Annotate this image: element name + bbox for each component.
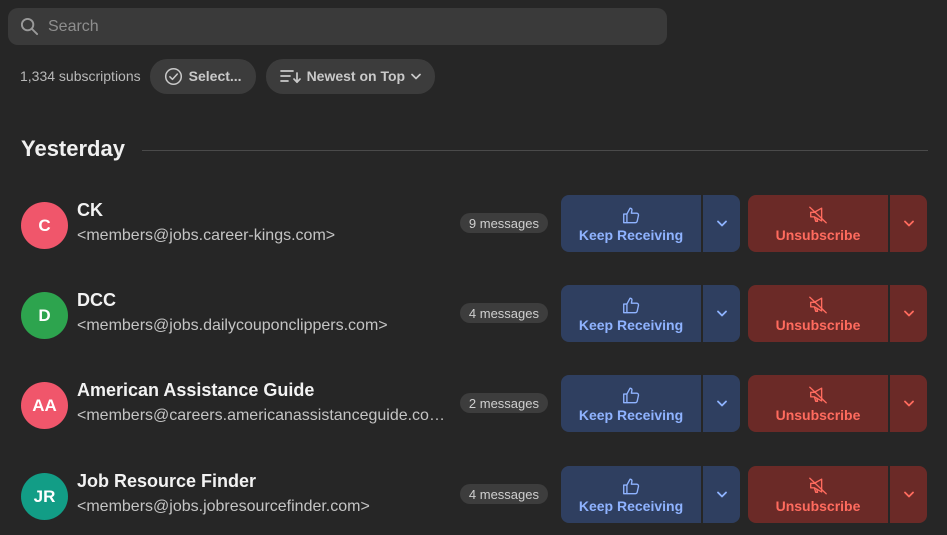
unsubscribe-button[interactable]: Unsubscribe xyxy=(748,466,888,523)
megaphone-slash-icon xyxy=(809,386,827,403)
avatar: D xyxy=(21,292,68,339)
keep-receiving-label: Keep Receiving xyxy=(578,316,684,333)
keep-receiving-dropdown[interactable] xyxy=(703,285,740,342)
message-count-badge: 4 messages xyxy=(459,303,548,323)
unsubscribe-dropdown[interactable] xyxy=(890,285,927,342)
keep-receiving-button[interactable]: Keep Receiving xyxy=(561,195,701,252)
sender-name: Job Resource Finder xyxy=(77,471,257,491)
sort-icon xyxy=(279,70,301,84)
thumbs-up-icon xyxy=(623,387,640,403)
megaphone-slash-icon xyxy=(809,477,827,494)
unsubscribe-dropdown[interactable] xyxy=(890,375,927,432)
thumbs-up-icon xyxy=(623,207,640,223)
keep-receiving-label: Keep Receiving xyxy=(578,497,684,514)
chevron-down-icon xyxy=(903,491,914,498)
keep-receiving-button[interactable]: Keep Receiving xyxy=(561,466,701,523)
avatar-initials: D xyxy=(38,305,51,325)
avatar: AA xyxy=(21,382,68,429)
select-label: Select... xyxy=(188,68,242,84)
sender-name: American Assistance Guide xyxy=(77,380,315,400)
sender-email: <members@jobs.career-kings.com> xyxy=(77,227,336,244)
unsubscribe-dropdown[interactable] xyxy=(890,195,927,252)
subscription-row: C CK <members@jobs.career-kings.com> 9 m… xyxy=(0,195,947,255)
unsubscribe-label: Unsubscribe xyxy=(775,226,861,243)
sender-email: <members@jobs.jobresourcefinder.com> xyxy=(77,498,370,515)
unsubscribe-label: Unsubscribe xyxy=(775,497,861,514)
search-icon xyxy=(20,17,39,36)
megaphone-slash-icon xyxy=(809,296,827,313)
check-circle-icon xyxy=(164,67,182,85)
avatar: JR xyxy=(21,473,68,520)
chevron-down-icon xyxy=(903,400,914,407)
chevron-down-icon xyxy=(716,310,727,317)
chevron-down-icon xyxy=(716,491,727,498)
search-input[interactable]: Search xyxy=(48,18,99,36)
unsubscribe-button[interactable]: Unsubscribe xyxy=(748,195,888,252)
message-count-badge: 9 messages xyxy=(459,213,548,233)
avatar: C xyxy=(21,202,68,249)
thumbs-up-icon xyxy=(623,297,640,313)
keep-receiving-dropdown[interactable] xyxy=(703,375,740,432)
sender-name: CK xyxy=(77,200,103,220)
unsubscribe-label: Unsubscribe xyxy=(775,316,861,333)
keep-receiving-button[interactable]: Keep Receiving xyxy=(561,285,701,342)
sender-email: <members@jobs.dailycouponclippers.com> xyxy=(77,317,388,334)
avatar-initials: C xyxy=(38,215,51,235)
message-count-badge: 2 messages xyxy=(459,393,548,413)
avatar-initials: AA xyxy=(32,395,57,415)
search-bar[interactable]: Search xyxy=(8,8,667,45)
keep-receiving-dropdown[interactable] xyxy=(703,466,740,523)
subscription-row: AA American Assistance Guide <members@ca… xyxy=(0,375,947,435)
sender-email: <members@careers.americanassistanceguide… xyxy=(77,407,449,424)
chevron-down-icon xyxy=(716,220,727,227)
subscription-row: D DCC <members@jobs.dailycouponclippers.… xyxy=(0,285,947,345)
select-button[interactable]: Select... xyxy=(149,58,256,94)
toolbar: 1,334 subscriptions Select... Newest on … xyxy=(20,58,445,94)
sort-dropdown[interactable]: Newest on Top xyxy=(265,58,436,94)
message-count-badge: 4 messages xyxy=(459,484,548,504)
section-heading: Yesterday xyxy=(21,136,125,161)
subscription-row: JR Job Resource Finder <members@jobs.job… xyxy=(0,466,947,526)
chevron-down-icon xyxy=(716,400,727,407)
section-divider xyxy=(142,150,928,151)
keep-receiving-label: Keep Receiving xyxy=(578,226,684,243)
unsubscribe-label: Unsubscribe xyxy=(775,406,861,423)
unsubscribe-button[interactable]: Unsubscribe xyxy=(748,375,888,432)
sort-label: Newest on Top xyxy=(306,68,406,84)
keep-receiving-button[interactable]: Keep Receiving xyxy=(561,375,701,432)
chevron-down-icon xyxy=(903,310,914,317)
megaphone-slash-icon xyxy=(809,206,827,223)
chevron-down-icon xyxy=(411,73,421,79)
unsubscribe-dropdown[interactable] xyxy=(890,466,927,523)
subscription-count: 1,334 subscriptions xyxy=(20,68,141,84)
sender-name: DCC xyxy=(77,290,116,310)
avatar-initials: JR xyxy=(33,486,56,506)
thumbs-up-icon xyxy=(623,478,640,494)
keep-receiving-dropdown[interactable] xyxy=(703,195,740,252)
chevron-down-icon xyxy=(903,220,914,227)
unsubscribe-button[interactable]: Unsubscribe xyxy=(748,285,888,342)
keep-receiving-label: Keep Receiving xyxy=(578,406,684,423)
